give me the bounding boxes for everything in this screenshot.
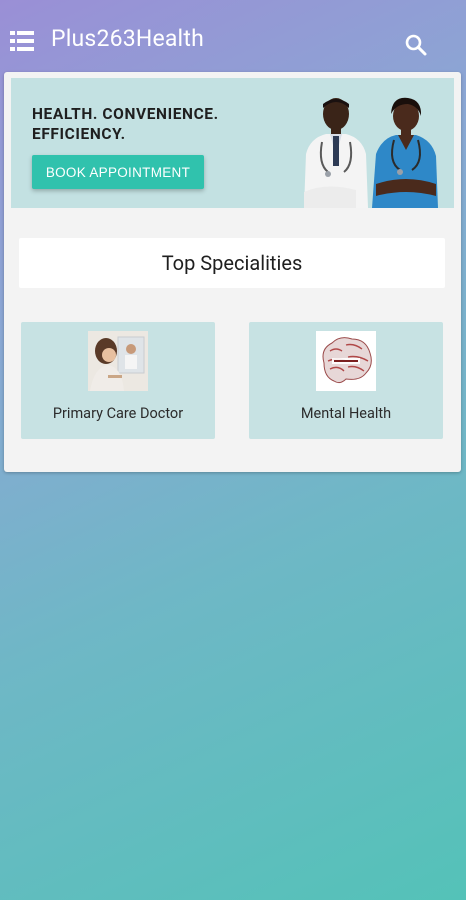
book-appointment-button[interactable]: BOOK APPOINTMENT <box>32 155 204 189</box>
home-card: HEALTH. CONVENIENCE. EFFICIENCY. BOOK AP… <box>4 72 461 472</box>
hero-banner: HEALTH. CONVENIENCE. EFFICIENCY. BOOK AP… <box>11 78 454 208</box>
doctor-photo <box>88 331 148 391</box>
specialities-header: Top Specialities <box>19 238 445 288</box>
speciality-label: Mental Health <box>300 405 392 422</box>
speciality-card-primary-care[interactable]: Primary Care Doctor <box>21 322 215 439</box>
app-title: Plus263Health <box>51 25 204 52</box>
specialities-title: Top Specialities <box>161 251 303 275</box>
hero-tagline-line1: HEALTH. CONVENIENCE. <box>32 105 219 123</box>
doctors-illustration <box>304 97 438 208</box>
app-bar: Plus263Health <box>0 0 466 75</box>
speciality-label: Primary Care Doctor <box>52 405 184 422</box>
hero-tagline: HEALTH. CONVENIENCE. EFFICIENCY. <box>32 104 219 144</box>
brain-photo <box>316 331 376 391</box>
speciality-card-mental-health[interactable]: Mental Health <box>249 322 443 439</box>
hero-tagline-line2: EFFICIENCY. <box>32 125 126 143</box>
menu-list-icon[interactable] <box>10 31 34 51</box>
search-icon[interactable] <box>404 33 428 57</box>
